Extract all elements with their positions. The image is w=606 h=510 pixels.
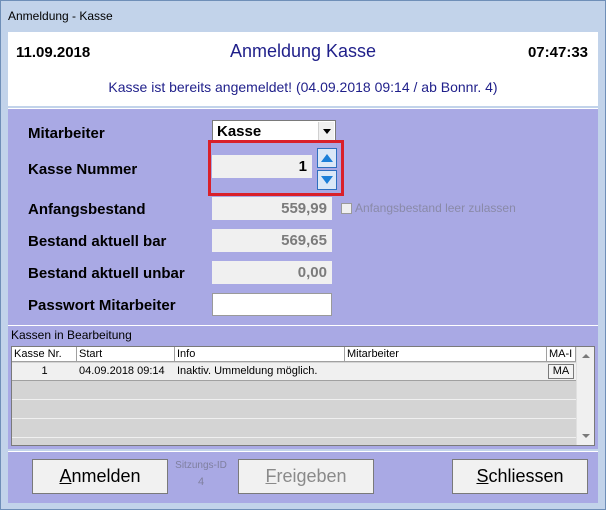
- schliessen-label: chliessen: [488, 466, 564, 486]
- anmelden-label: nmelden: [71, 466, 141, 486]
- column-kasse-nr[interactable]: Kasse Nr.: [12, 347, 77, 362]
- table-header: Kasse Nr. Start Info Mitarbeiter MA-I: [12, 347, 576, 362]
- passwort-label: Passwort Mitarbeiter: [28, 297, 176, 314]
- kasse-nummer-label: Kasse Nummer: [28, 161, 138, 178]
- login-window: Anmeldung - Kasse 11.09.2018 Anmeldung K…: [0, 0, 606, 510]
- bestand-bar-label: Bestand aktuell bar: [28, 233, 167, 250]
- freigeben-label: reigeben: [276, 466, 347, 486]
- title-bar[interactable]: Anmeldung - Kasse: [1, 1, 605, 31]
- anfangsbestand-checkbox[interactable]: [341, 203, 352, 214]
- login-form: Mitarbeiter Kasse Kasse Nummer 1 Anfangs…: [8, 108, 598, 325]
- column-start[interactable]: Start: [77, 347, 175, 362]
- mitarbeiter-label: Mitarbeiter: [28, 125, 105, 142]
- mitarbeiter-value: Kasse: [217, 123, 262, 140]
- schliessen-accesskey: S: [476, 466, 489, 486]
- table-row-empty: [12, 401, 576, 419]
- kassen-group: Kassen in Bearbeitung Kasse Nr. Start In…: [8, 325, 598, 449]
- anfangsbestand-checkbox-label: Anfangsbestand leer zulassen: [355, 201, 516, 215]
- scroll-down-icon[interactable]: [578, 428, 594, 444]
- bestand-bar-field: 569,65: [212, 229, 332, 252]
- chevron-down-icon[interactable]: [318, 122, 334, 140]
- cell-kasse-nr: 1: [41, 365, 48, 377]
- footer-panel: Anmelden Sitzungs-ID 4 Freigeben Schlies…: [8, 451, 598, 503]
- table-row-empty: [12, 382, 576, 400]
- table-row[interactable]: 1 04.09.2018 09:14 Inaktiv. Ummeldung mö…: [12, 363, 576, 381]
- kassen-table[interactable]: Kasse Nr. Start Info Mitarbeiter MA-I 1 …: [11, 346, 595, 446]
- time-display: 07:47:33: [527, 44, 588, 61]
- spin-down-button[interactable]: [317, 170, 337, 190]
- bestand-unbar-field: 0,00: [212, 261, 332, 284]
- schliessen-button[interactable]: Schliessen: [452, 459, 588, 494]
- freigeben-button[interactable]: Freigeben: [238, 459, 374, 494]
- kassen-group-title: Kassen in Bearbeitung: [11, 328, 132, 342]
- column-ma-id[interactable]: MA-I: [547, 347, 576, 362]
- cell-info: Inaktiv. Ummeldung möglich.: [177, 365, 318, 377]
- vertical-scrollbar[interactable]: [576, 347, 594, 445]
- passwort-field[interactable]: [212, 293, 332, 316]
- bestand-unbar-label: Bestand aktuell unbar: [28, 265, 185, 282]
- kasse-nummer-field[interactable]: 1: [212, 155, 312, 178]
- anfangsbestand-label: Anfangsbestand: [28, 201, 146, 218]
- header-panel: 11.09.2018 Anmeldung Kasse 07:47:33 Kass…: [8, 32, 598, 106]
- status-message: Kasse ist bereits angemeldet! (04.09.201…: [108, 79, 498, 95]
- anmelden-button[interactable]: Anmelden: [32, 459, 168, 494]
- mitarbeiter-select[interactable]: Kasse: [212, 120, 336, 142]
- column-info[interactable]: Info: [175, 347, 345, 362]
- sitzungs-id-value: 4: [197, 476, 205, 488]
- row-ma-button[interactable]: MA: [548, 364, 574, 379]
- anmelden-accesskey: A: [59, 466, 72, 486]
- spin-up-button[interactable]: [317, 148, 337, 168]
- scroll-up-icon[interactable]: [578, 348, 594, 364]
- anfangsbestand-field: 559,99: [212, 197, 332, 220]
- cell-mitarbeiter: [345, 363, 547, 381]
- table-row-empty: [12, 420, 576, 438]
- freigeben-accesskey: F: [265, 466, 277, 486]
- column-mitarbeiter[interactable]: Mitarbeiter: [345, 347, 547, 362]
- page-title: Anmeldung Kasse: [229, 41, 377, 61]
- cell-start: 04.09.2018 09:14: [79, 365, 165, 377]
- sitzungs-id-label: Sitzungs-ID: [175, 460, 227, 471]
- window-title: Anmeldung - Kasse: [8, 9, 113, 23]
